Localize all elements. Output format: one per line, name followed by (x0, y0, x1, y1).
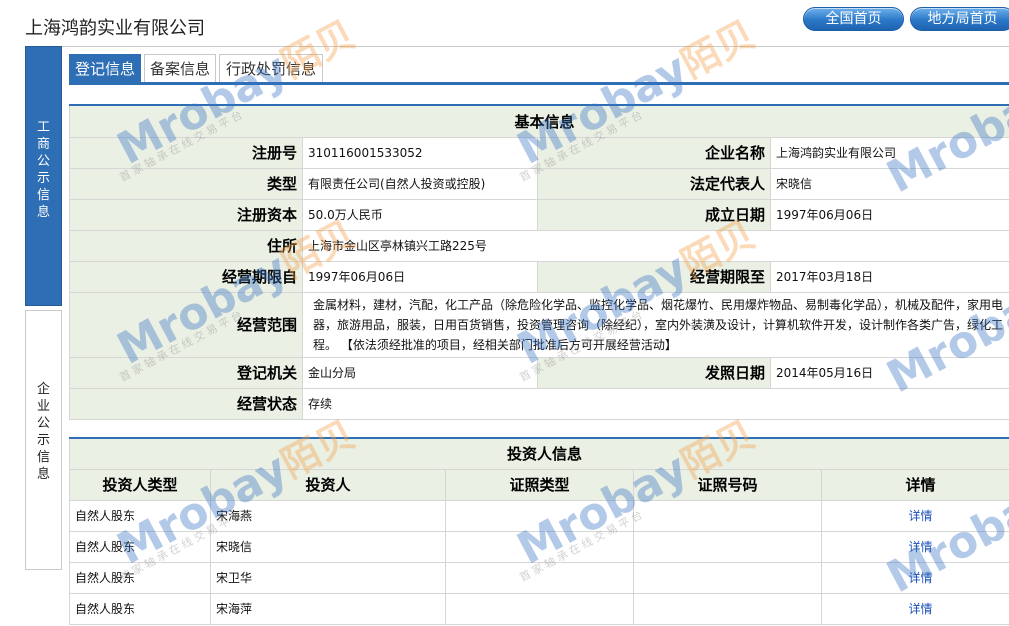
detail-cell: 详情 (821, 561, 1009, 594)
tab-divider (69, 82, 1009, 85)
investor-info-title: 投资人信息 (69, 437, 1009, 470)
detail-cell: 详情 (821, 592, 1009, 625)
value-reg-no: 310116001533052 (302, 136, 538, 169)
value-scope: 金属材料，建材，汽配，化工产品（除危险化学品、监控化学品、烟花爆竹、民用爆炸物品… (301, 291, 1009, 358)
label-type: 类型 (69, 167, 303, 200)
value-est-date: 1997年06月06日 (769, 198, 1009, 231)
label-authority: 登记机关 (69, 356, 303, 389)
scope-text: 金属材料，建材，汽配，化工产品（除危险化学品、监控化学品、烟花爆竹、民用爆炸物品… (313, 297, 1004, 352)
investor-name: 宋海燕 (210, 499, 446, 532)
investor-id-type (445, 499, 634, 532)
label-scope: 经营范围 (69, 291, 303, 358)
investor-type: 自然人股东 (69, 499, 211, 532)
label-est-date: 成立日期 (537, 198, 771, 231)
tab-registration[interactable]: 登记信息 (69, 54, 141, 83)
detail-cell: 详情 (821, 530, 1009, 563)
table-row: 自然人股东 宋晓信 详情 (69, 530, 1009, 563)
sidebar-item-gongshang[interactable]: 工商公示信息 (25, 46, 62, 306)
investor-id-type (445, 561, 634, 594)
table-row: 自然人股东 宋卫华 详情 (69, 561, 1009, 594)
basic-info-title: 基本信息 (68, 104, 1009, 138)
col-investor: 投资人 (210, 468, 446, 501)
value-type: 有限责任公司(自然人投资或控股) (302, 167, 538, 200)
investor-name: 宋晓信 (210, 530, 446, 563)
label-address: 住所 (69, 229, 303, 262)
table-row: 自然人股东 宋海萍 详情 (69, 592, 1009, 625)
sidebar-item-qiye[interactable]: 企业公示信息 (25, 310, 62, 570)
label-legal-rep: 法定代表人 (537, 167, 771, 200)
main-content: 登记信息 备案信息 行政处罚信息 基本信息 注册号 31011600153305… (62, 46, 1009, 626)
label-capital: 注册资本 (69, 198, 303, 231)
investor-type: 自然人股东 (69, 592, 211, 625)
value-legal-rep: 宋晓信 (769, 167, 1009, 200)
value-status: 存续 (301, 387, 1009, 420)
label-company-name: 企业名称 (537, 136, 771, 169)
basic-info-table: 基本信息 注册号 310116001533052 企业名称 上海鸿韵实业有限公司… (68, 104, 1009, 420)
investor-id-no (633, 530, 822, 563)
col-id-type: 证照类型 (445, 468, 634, 501)
detail-link[interactable]: 详情 (908, 509, 932, 523)
detail-link[interactable]: 详情 (908, 571, 932, 585)
investor-id-no (633, 592, 822, 625)
investor-type: 自然人股东 (69, 561, 211, 594)
investor-id-no (633, 561, 822, 594)
detail-cell: 详情 (821, 499, 1009, 532)
value-term-from: 1997年06月06日 (302, 260, 538, 293)
tab-penalty[interactable]: 行政处罚信息 (219, 54, 323, 83)
investor-name: 宋卫华 (210, 561, 446, 594)
col-investor-type: 投资人类型 (69, 468, 211, 501)
local-bureau-home-button[interactable]: 地方局首页 (910, 7, 1009, 31)
tab-filing[interactable]: 备案信息 (144, 54, 216, 83)
investor-id-type (445, 592, 634, 625)
value-term-to: 2017年03月18日 (769, 260, 1009, 293)
sidebar-item-label: 企业公示信息 (36, 382, 50, 482)
sidebar-item-label: 工商公示信息 (36, 120, 50, 220)
value-company-name: 上海鸿韵实业有限公司 (769, 136, 1009, 169)
investor-table: 投资人信息 投资人类型 投资人 证照类型 证照号码 详情 自然人股东 宋海燕 详… (69, 437, 1009, 625)
detail-link[interactable]: 详情 (908, 602, 932, 616)
value-capital: 50.0万人民币 (302, 198, 538, 231)
value-authority: 金山分局 (302, 356, 538, 389)
value-address: 上海市金山区亭林镇兴工路225号 (301, 229, 1009, 262)
investor-name: 宋海萍 (210, 592, 446, 625)
label-status: 经营状态 (69, 387, 303, 420)
detail-link[interactable]: 详情 (908, 540, 932, 554)
col-detail: 详情 (821, 468, 1009, 501)
label-reg-no: 注册号 (69, 136, 303, 169)
investor-type: 自然人股东 (69, 530, 211, 563)
investor-id-no (633, 499, 822, 532)
label-issue-date: 发照日期 (537, 356, 771, 389)
table-row: 自然人股东 宋海燕 详情 (69, 499, 1009, 532)
investor-id-type (445, 530, 634, 563)
col-id-no: 证照号码 (633, 468, 822, 501)
company-title: 上海鸿韵实业有限公司 (25, 18, 205, 39)
national-home-button[interactable]: 全国首页 (803, 7, 904, 31)
value-issue-date: 2014年05月16日 (769, 356, 1009, 389)
label-term-from: 经营期限自 (69, 260, 303, 293)
label-term-to: 经营期限至 (537, 260, 771, 293)
